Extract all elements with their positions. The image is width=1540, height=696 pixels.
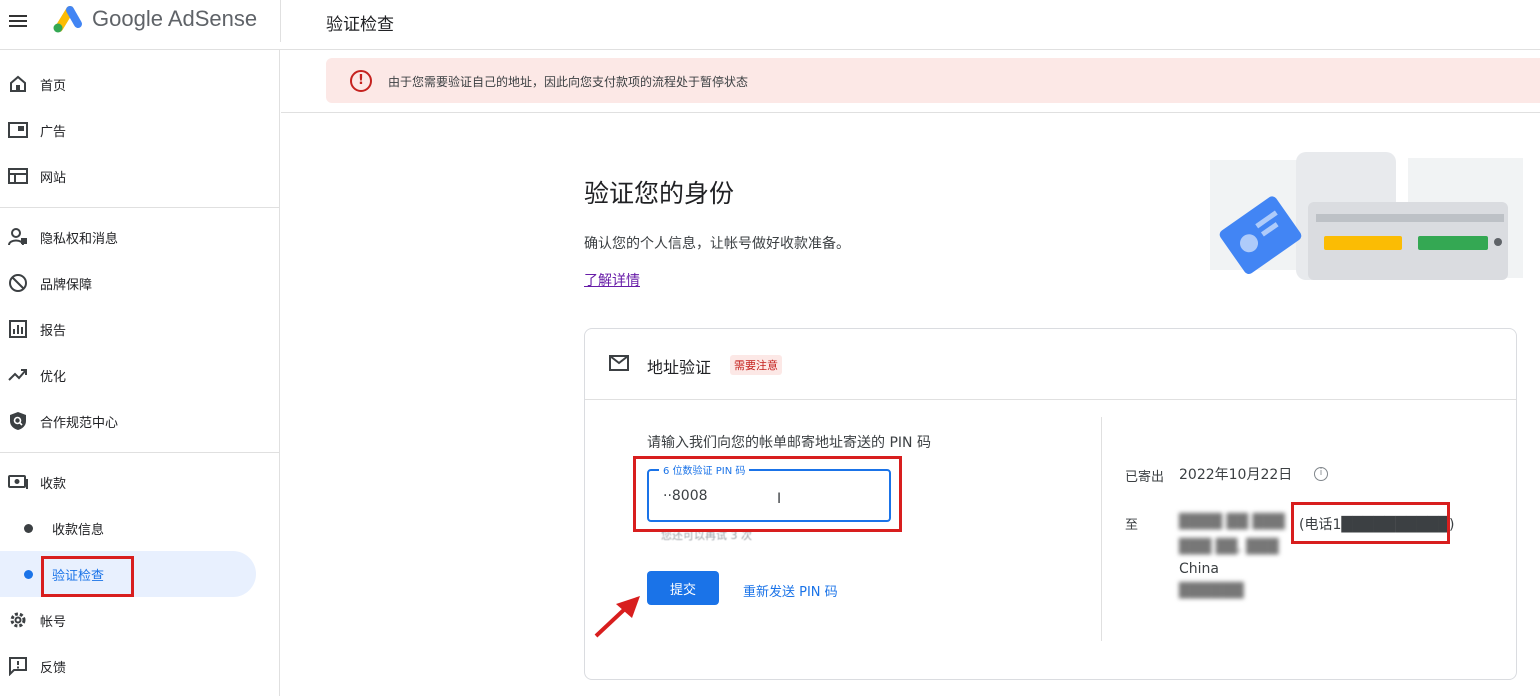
ads-icon bbox=[8, 122, 28, 138]
sidebar-item-privacy[interactable]: 隐私权和消息 bbox=[0, 214, 260, 260]
menu-icon[interactable] bbox=[8, 10, 30, 32]
sidebar-item-feedback[interactable]: 反馈 bbox=[0, 643, 260, 689]
sidebar-divider bbox=[0, 452, 280, 453]
highlight-box bbox=[41, 556, 134, 597]
content-divider bbox=[281, 112, 1540, 113]
alert-icon: ! bbox=[350, 70, 372, 92]
privacy-icon bbox=[8, 228, 27, 246]
sidebar-item-label: 反馈 bbox=[40, 660, 67, 676]
address-line-1: ████ ██ ███ bbox=[1179, 514, 1285, 530]
card-title: 地址验证 bbox=[647, 358, 712, 377]
brand-name: Google AdSense bbox=[92, 6, 258, 31]
address-line-2: ███ ██, ███ bbox=[1179, 539, 1279, 555]
highlight-box bbox=[633, 456, 902, 532]
adsense-logo-icon bbox=[53, 6, 82, 33]
resend-pin-link[interactable]: 重新发送 PIN 码 bbox=[743, 581, 838, 600]
annotation-arrow-icon bbox=[594, 596, 640, 638]
learn-more-link[interactable]: 了解详情 bbox=[584, 270, 640, 290]
payments-icon bbox=[8, 475, 28, 489]
sidebar-item-label: 品牌保障 bbox=[40, 277, 93, 293]
sidebar-item-reports[interactable]: 报告 bbox=[0, 306, 260, 352]
sidebar-item-label: 广告 bbox=[40, 124, 67, 140]
sites-icon bbox=[8, 168, 28, 184]
card-header-divider bbox=[585, 399, 1516, 400]
adsense-page: Google AdSense 验证检查 首页 广告 网站 隐私权和消息 品牌保障… bbox=[0, 0, 1540, 696]
sidebar-item-home[interactable]: 首页 bbox=[0, 61, 260, 107]
sidebar-item-label: 收款 bbox=[40, 476, 67, 492]
submit-button[interactable]: 提交 bbox=[647, 571, 719, 605]
sidebar-item-payment-info[interactable]: 收款信息 bbox=[0, 505, 260, 551]
sidebar-item-optimization[interactable]: 优化 bbox=[0, 352, 260, 398]
page-heading: 验证您的身份 bbox=[584, 179, 735, 208]
bullet-icon bbox=[24, 523, 33, 533]
sidebar-item-sites[interactable]: 网站 bbox=[0, 153, 260, 199]
bullet-icon bbox=[24, 569, 33, 579]
page-subheading: 确认您的个人信息，让帐号做好收款准备。 bbox=[584, 236, 850, 252]
page-title: 验证检查 bbox=[326, 15, 394, 35]
sidebar-item-brand-safety[interactable]: 品牌保障 bbox=[0, 260, 260, 306]
trending-icon bbox=[8, 369, 27, 381]
sent-date: 2022年10月22日 bbox=[1179, 467, 1293, 483]
gear-icon bbox=[10, 612, 26, 628]
sidebar-item-label: 帐号 bbox=[40, 614, 67, 630]
feedback-icon bbox=[9, 657, 27, 676]
top-bar: Google AdSense 验证检查 bbox=[0, 0, 1540, 50]
sidebar-item-label: 合作规范中心 bbox=[40, 415, 119, 431]
status-badge: 需要注意 bbox=[730, 355, 782, 375]
sidebar-item-ads[interactable]: 广告 bbox=[0, 107, 260, 153]
sidebar-item-label: 首页 bbox=[40, 78, 67, 94]
mail-icon bbox=[609, 355, 629, 371]
sidebar: 首页 广告 网站 隐私权和消息 品牌保障 报告 优化 合作规范中心 收款 收款信… bbox=[0, 50, 280, 696]
sidebar-item-label: 收款信息 bbox=[52, 522, 105, 538]
sent-label: 已寄出 bbox=[1125, 470, 1165, 485]
highlight-box bbox=[1291, 502, 1450, 544]
sidebar-item-label: 报告 bbox=[40, 323, 67, 339]
block-icon bbox=[9, 274, 27, 292]
address-postal: ██████ bbox=[1179, 583, 1244, 599]
sidebar-item-account[interactable]: 帐号 bbox=[0, 597, 260, 643]
policy-icon bbox=[10, 412, 26, 430]
sidebar-item-payments[interactable]: 收款 bbox=[0, 459, 260, 505]
alert-banner: ! 由于您需要验证自己的地址，因此向您支付款项的流程处于暂停状态 bbox=[326, 58, 1540, 103]
pin-prompt: 请输入我们向您的帐单邮寄地址寄送的 PIN 码 bbox=[647, 435, 931, 451]
sidebar-item-label: 网站 bbox=[40, 170, 67, 186]
address-country: China bbox=[1179, 561, 1219, 577]
topbar-divider bbox=[280, 0, 281, 42]
to-label: 至 bbox=[1125, 518, 1139, 533]
column-divider bbox=[1101, 417, 1102, 641]
home-icon bbox=[10, 75, 26, 92]
identity-illustration bbox=[1210, 152, 1523, 280]
info-icon[interactable]: i bbox=[1314, 467, 1328, 481]
alert-text: 由于您需要验证自己的地址，因此向您支付款项的流程处于暂停状态 bbox=[388, 75, 749, 89]
sidebar-item-label: 隐私权和消息 bbox=[40, 231, 119, 247]
sidebar-item-label: 优化 bbox=[40, 369, 67, 385]
sidebar-item-policy-center[interactable]: 合作规范中心 bbox=[0, 398, 260, 444]
sidebar-divider bbox=[0, 207, 280, 208]
reports-icon bbox=[9, 320, 27, 338]
